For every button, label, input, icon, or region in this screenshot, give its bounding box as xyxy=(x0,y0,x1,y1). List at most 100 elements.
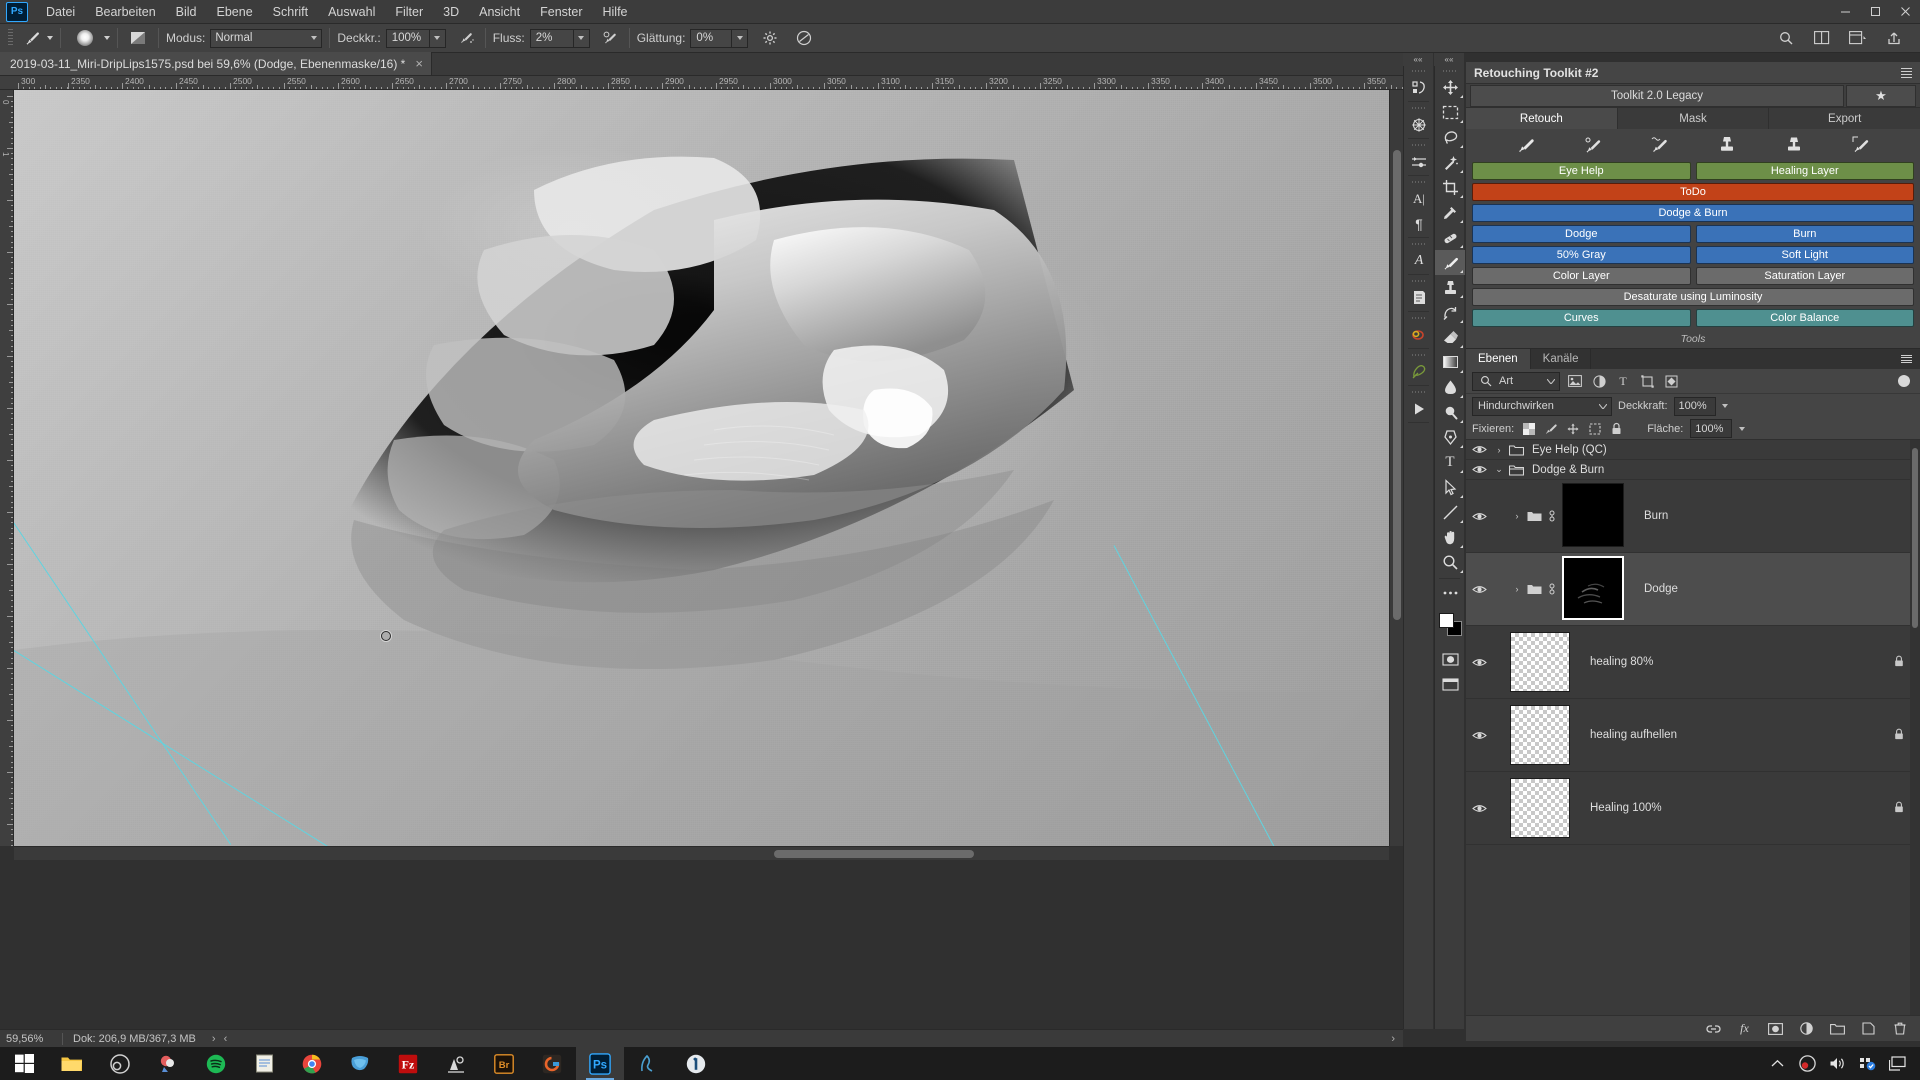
image-canvas[interactable] xyxy=(14,90,1389,846)
layer-name[interactable]: healing 80% xyxy=(1584,656,1653,668)
gradient-tool-icon[interactable] xyxy=(1435,350,1465,375)
menu-schrift[interactable]: Schrift xyxy=(263,1,318,23)
delete-layer-icon[interactable] xyxy=(1891,1020,1908,1037)
spotify-icon[interactable] xyxy=(192,1047,240,1080)
options-bar-grip[interactable] xyxy=(8,29,13,47)
tab-export[interactable]: Export xyxy=(1769,108,1920,129)
menu-bild[interactable]: Bild xyxy=(166,1,207,23)
layer-thumbnail[interactable] xyxy=(1510,705,1570,765)
layer-mask-thumbnail[interactable] xyxy=(1562,556,1624,620)
tab-retouch[interactable]: Retouch xyxy=(1466,108,1618,129)
stamp-alt-icon[interactable] xyxy=(1783,133,1805,155)
scrollbar-thumb[interactable] xyxy=(1393,150,1401,620)
chevron-up-icon[interactable] xyxy=(1768,1055,1786,1073)
menu-filter[interactable]: Filter xyxy=(385,1,433,23)
todo-button[interactable]: ToDo xyxy=(1472,183,1914,201)
history-brush-icon[interactable] xyxy=(1435,300,1465,325)
airbrush-icon[interactable] xyxy=(454,27,478,49)
vertical-ruler[interactable]: 01 xyxy=(0,90,14,846)
tool-group-grip[interactable] xyxy=(1404,350,1433,359)
3d-rotate-icon[interactable] xyxy=(1404,112,1434,137)
blur-tool-icon[interactable] xyxy=(1435,375,1465,400)
smoothing-control[interactable]: 0% xyxy=(690,28,749,48)
glyphs-icon[interactable]: A xyxy=(1404,248,1434,273)
healing-icon[interactable] xyxy=(1850,133,1872,155)
display-icon[interactable] xyxy=(1888,1055,1906,1073)
minimize-button[interactable] xyxy=(1830,0,1860,24)
share-icon[interactable] xyxy=(1882,27,1906,49)
paint-net-icon[interactable] xyxy=(144,1047,192,1080)
layer-thumbnail[interactable] xyxy=(1510,778,1570,838)
pen-script-icon[interactable] xyxy=(1404,359,1434,384)
layer-name[interactable]: Healing 100% xyxy=(1584,802,1662,814)
volume-icon[interactable] xyxy=(1828,1055,1846,1073)
opacity-caret-icon[interactable] xyxy=(1721,404,1728,408)
type-filter-icon[interactable]: T xyxy=(1614,372,1632,390)
layer-row-dodge-and-burn[interactable]: ⌄ Dodge & Burn xyxy=(1466,460,1920,480)
opacity-value[interactable]: 100% xyxy=(385,28,430,48)
visibility-eye-icon[interactable] xyxy=(1466,803,1492,814)
menu-ebene[interactable]: Ebene xyxy=(207,1,263,23)
rectangular-marquee-icon[interactable] xyxy=(1435,100,1465,125)
close-button[interactable] xyxy=(1890,0,1920,24)
dodge-tool-icon[interactable] xyxy=(1435,400,1465,425)
healing-layer-button[interactable]: Healing Layer xyxy=(1695,162,1914,180)
fill-caret-icon[interactable] xyxy=(1739,426,1746,431)
brush-tool-icon[interactable] xyxy=(1435,250,1465,275)
curves-button[interactable]: Curves xyxy=(1472,309,1691,327)
brush-preset-picker[interactable]: 35 xyxy=(68,26,102,62)
file-explorer-icon[interactable] xyxy=(48,1047,96,1080)
color-swatches[interactable] xyxy=(1435,611,1465,641)
saturation-layer-button[interactable]: Saturation Layer xyxy=(1695,267,1914,285)
opacity-value[interactable]: 100% xyxy=(1673,396,1716,416)
layer-row-healing-80[interactable]: healing 80% xyxy=(1466,626,1920,699)
photoshop-icon[interactable]: Ps xyxy=(576,1047,624,1080)
notes-icon[interactable] xyxy=(1404,285,1434,310)
visibility-eye-icon[interactable] xyxy=(1466,444,1492,455)
shape-filter-icon[interactable] xyxy=(1638,372,1656,390)
layer-mask-thumbnail[interactable] xyxy=(1562,483,1624,547)
fifty-percent-gray-button[interactable]: 50% Gray xyxy=(1472,246,1691,264)
layer-name[interactable]: healing aufhellen xyxy=(1584,729,1677,741)
close-icon[interactable]: × xyxy=(415,57,423,70)
opacity-control[interactable]: 100% xyxy=(385,28,446,48)
adobe-bridge-icon[interactable]: Br xyxy=(480,1047,528,1080)
tool-group-grip[interactable] xyxy=(1404,140,1433,149)
toolbar-grip[interactable] xyxy=(1435,66,1464,75)
layer-name[interactable]: Dodge xyxy=(1638,583,1678,595)
clone-stamp-icon[interactable] xyxy=(1716,133,1738,155)
symmetry-icon[interactable] xyxy=(598,27,622,49)
visibility-eye-icon[interactable] xyxy=(1466,584,1492,595)
adjustments-icon[interactable] xyxy=(1404,149,1434,174)
status-right-arrow-icon[interactable]: › xyxy=(1391,1033,1403,1045)
mask-link-icon[interactable] xyxy=(1546,510,1558,522)
scrollbar-thumb[interactable] xyxy=(1912,448,1918,628)
smoothing-value[interactable]: 0% xyxy=(690,28,733,48)
color-layer-button[interactable]: Color Layer xyxy=(1472,267,1691,285)
quick-mask-icon[interactable] xyxy=(1435,647,1465,672)
link-layers-icon[interactable] xyxy=(1705,1020,1722,1037)
burn-button[interactable]: Burn xyxy=(1695,225,1914,243)
left-toolcol-collapse[interactable]: «« xyxy=(1403,53,1433,66)
tab-mask[interactable]: Mask xyxy=(1617,108,1770,129)
layer-row-burn[interactable]: › Burn xyxy=(1466,480,1920,553)
status-collapse-icon[interactable]: ‹ xyxy=(224,1033,228,1045)
horizontal-ruler[interactable]: 300 2350 2400 2450 2500 2550 2600 2650 2700 2750 2… xyxy=(0,76,1403,90)
expand-chevron-icon[interactable]: › xyxy=(1510,584,1524,594)
capture-one-icon[interactable] xyxy=(432,1047,480,1080)
foreground-color-swatch[interactable] xyxy=(1439,613,1454,628)
dodge-burn-icon[interactable] xyxy=(1582,133,1604,155)
obs-tray-icon[interactable] xyxy=(1798,1055,1816,1073)
visibility-eye-icon[interactable] xyxy=(1466,464,1492,475)
frequency-separation-icon[interactable] xyxy=(1649,133,1671,155)
dodge-and-burn-button[interactable]: Dodge & Burn xyxy=(1472,204,1914,222)
mail-icon[interactable] xyxy=(336,1047,384,1080)
collapse-chevron-icon[interactable]: ⌄ xyxy=(1492,464,1506,475)
play-action-icon[interactable] xyxy=(1404,396,1434,421)
move-tool-icon[interactable] xyxy=(1435,75,1465,100)
layers-scrollbar[interactable] xyxy=(1910,440,1920,1015)
dodge-button[interactable]: Dodge xyxy=(1472,225,1691,243)
visibility-eye-icon[interactable] xyxy=(1466,657,1492,668)
tool-group-grip[interactable] xyxy=(1404,177,1433,186)
new-group-icon[interactable] xyxy=(1829,1020,1846,1037)
